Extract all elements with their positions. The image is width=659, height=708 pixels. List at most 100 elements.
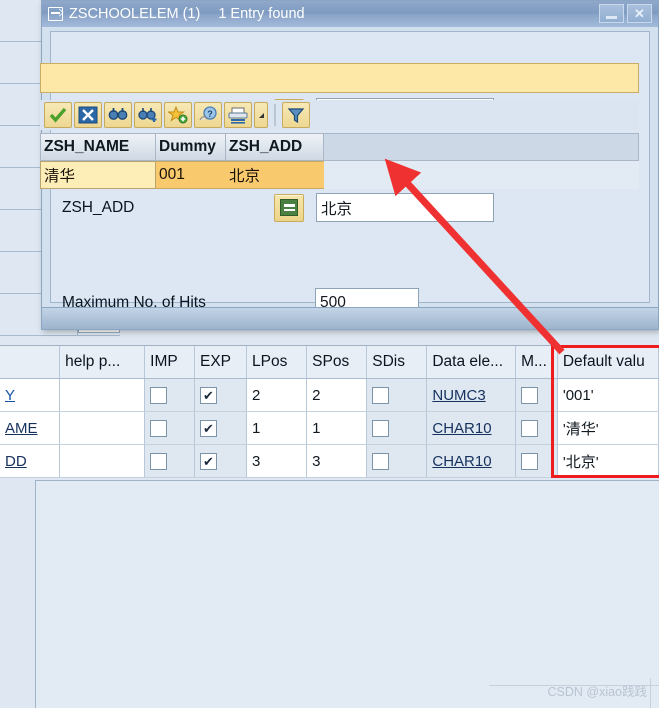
watermark-text: CSDN @xiao践践: [547, 685, 647, 699]
column-header-name[interactable]: [0, 346, 61, 378]
cell-exp: ✔: [194, 412, 248, 444]
exp-checkbox[interactable]: ✔: [199, 386, 217, 404]
data-element-link[interactable]: NUMC3: [432, 387, 485, 404]
column-header-imp[interactable]: IMP: [145, 346, 195, 378]
row-field-name[interactable]: DD: [5, 453, 27, 470]
add-favorite-icon[interactable]: [164, 102, 192, 128]
svg-text:?: ?: [207, 109, 213, 119]
cell-imp: [145, 379, 195, 411]
close-button[interactable]: ✕: [627, 4, 652, 23]
result-panel: [35, 480, 659, 708]
cell-help: [60, 412, 146, 444]
cell-exp: ✔: [194, 379, 248, 411]
dialog-title: ZSCHOOLELEM (1): [69, 6, 201, 22]
minimize-button[interactable]: [599, 4, 624, 23]
field-row-zsh-add: ZSH_ADD 北京: [62, 193, 494, 222]
cancel-icon[interactable]: [74, 102, 102, 128]
cell-m: [516, 412, 558, 444]
cell-exp: ✔: [194, 445, 248, 477]
exp-checkbox[interactable]: ✔: [199, 452, 217, 470]
cell-sdis: [367, 445, 428, 477]
find-next-icon[interactable]: [134, 102, 162, 128]
cell-lpos: 1: [247, 412, 308, 444]
cell-help: [60, 445, 146, 477]
find-icon[interactable]: [104, 102, 132, 128]
result-column-dummy[interactable]: Dummy: [156, 133, 226, 161]
dialog-titlebar[interactable]: ZSCHOOLELEM (1) 1 Entry found ✕: [42, 1, 658, 27]
filter-icon[interactable]: [282, 102, 310, 128]
imp-checkbox[interactable]: [150, 386, 168, 404]
cell-default-value: '清华': [557, 412, 659, 444]
window-restore-icon: [48, 7, 63, 21]
data-element-link[interactable]: CHAR10: [432, 453, 491, 470]
cell-dataele: CHAR10: [427, 445, 517, 477]
cell-imp: [145, 412, 195, 444]
cell-help: [60, 379, 146, 411]
field-input-zsh-add[interactable]: 北京: [316, 193, 494, 222]
print-dropdown-icon[interactable]: [254, 102, 268, 128]
result-table-header: ZSH_NAME Dummy ZSH_ADD: [40, 133, 639, 161]
imp-checkbox[interactable]: [150, 419, 168, 437]
cell-dataele: CHAR10: [427, 412, 517, 444]
column-header-exp[interactable]: EXP: [195, 346, 248, 378]
cell-lpos: 3: [247, 445, 308, 477]
cell-spos: 1: [307, 412, 368, 444]
column-header-lpos[interactable]: LPos: [247, 346, 308, 378]
cell-default-value: '北京': [557, 445, 659, 477]
imp-checkbox[interactable]: [150, 452, 168, 470]
table-row[interactable]: AME ✔ 1 1 CHAR10 '清华': [0, 412, 659, 445]
sdis-checkbox[interactable]: [372, 419, 390, 437]
check-icon[interactable]: [44, 102, 72, 128]
table-row[interactable]: DD ✔ 3 3 CHAR10 '北京': [0, 445, 659, 478]
cell-lpos: 2: [247, 379, 308, 411]
result-cell-zsh-name[interactable]: 清华: [40, 161, 156, 189]
field-table-header: help p... IMP EXP LPos SPos SDis Data el…: [0, 346, 659, 379]
help-icon[interactable]: ?: [194, 102, 222, 128]
row-field-name[interactable]: Y: [5, 387, 15, 404]
cell-m: [516, 379, 558, 411]
column-header-dataele[interactable]: Data ele...: [427, 346, 517, 378]
screen-root: ZSCHOOLELEM (1) 1 Entry found ✕ Restrict…: [0, 0, 659, 708]
result-grid-toolbar: ?: [40, 100, 639, 130]
cell-default-value: '001': [557, 379, 659, 411]
column-header-sdis[interactable]: SDis: [367, 346, 428, 378]
message-banner: [40, 63, 639, 93]
exp-checkbox[interactable]: ✔: [199, 419, 217, 437]
window-buttons: ✕: [599, 4, 652, 23]
data-element-link[interactable]: CHAR10: [432, 420, 491, 437]
cell-imp: [145, 445, 195, 477]
result-column-zsh-name[interactable]: ZSH_NAME: [40, 133, 156, 161]
minimize-icon: [606, 15, 617, 19]
equals-icon[interactable]: [274, 193, 304, 222]
m-checkbox[interactable]: [521, 419, 539, 437]
toolbar-separator: [274, 104, 276, 126]
sdis-checkbox[interactable]: [372, 386, 390, 404]
table-row[interactable]: Y ✔ 2 2 NUMC3 '001': [0, 379, 659, 412]
entry-count-label: 1 Entry found: [218, 6, 305, 22]
print-icon[interactable]: [224, 102, 252, 128]
result-table: ZSH_NAME Dummy ZSH_ADD 清华 001 北京: [40, 133, 639, 189]
cell-m: [516, 445, 558, 477]
result-area: [0, 478, 659, 708]
column-header-m[interactable]: M...: [516, 346, 558, 378]
m-checkbox[interactable]: [521, 386, 539, 404]
column-header-default-value[interactable]: Default valu: [558, 346, 659, 378]
result-cell-dummy[interactable]: 001: [156, 161, 226, 189]
sdis-checkbox[interactable]: [372, 452, 390, 470]
cell-spos: 2: [307, 379, 368, 411]
cell-dataele: NUMC3: [427, 379, 517, 411]
result-table-row[interactable]: 清华 001 北京: [40, 161, 639, 189]
column-header-help[interactable]: help p...: [60, 346, 146, 378]
equals-glyph: [280, 199, 298, 216]
result-column-zsh-add[interactable]: ZSH_ADD: [226, 133, 324, 161]
dialog-footer-bar: [42, 307, 658, 329]
m-checkbox[interactable]: [521, 452, 539, 470]
field-label-zsh-add: ZSH_ADD: [62, 198, 135, 216]
cell-spos: 3: [307, 445, 368, 477]
column-header-spos[interactable]: SPos: [307, 346, 368, 378]
watermark-divider-vertical: [650, 678, 651, 708]
cell-sdis: [367, 379, 428, 411]
row-field-name[interactable]: AME: [5, 420, 38, 437]
field-list-table: help p... IMP EXP LPos SPos SDis Data el…: [0, 345, 659, 478]
result-cell-zsh-add[interactable]: 北京: [226, 161, 324, 189]
